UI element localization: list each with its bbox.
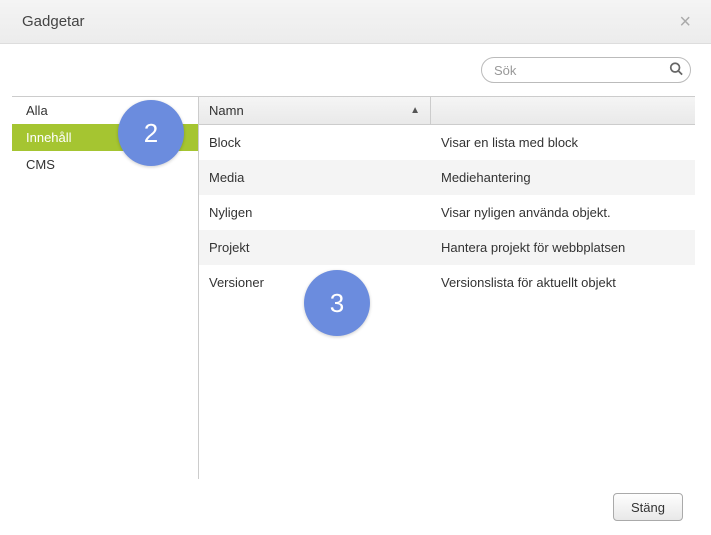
list-item[interactable]: Block Visar en lista med block <box>199 125 695 160</box>
gadgets-dialog: Gadgetar × Alla Innehåll CMS <box>0 0 711 535</box>
sidebar-item-content[interactable]: Innehåll <box>12 124 198 151</box>
cell-name: Media <box>199 170 431 185</box>
sort-ascending-icon: ▲ <box>410 105 420 116</box>
cell-description: Versionslista för aktuellt objekt <box>431 275 695 290</box>
cell-description: Mediehantering <box>431 170 695 185</box>
cell-description: Visar nyligen använda objekt. <box>431 205 695 220</box>
sidebar-item-label: Alla <box>26 103 48 118</box>
dialog-header: Gadgetar × <box>0 0 711 44</box>
search-field <box>481 57 691 83</box>
list-item[interactable]: Versioner Versionslista för aktuellt obj… <box>199 265 695 300</box>
dialog-footer: Stäng <box>0 479 711 535</box>
gadget-list: Namn ▲ Block Visar en lista med block Me… <box>198 96 695 479</box>
toolbar <box>0 44 711 96</box>
cell-name: Block <box>199 135 431 150</box>
cell-description: Hantera projekt för webbplatsen <box>431 240 695 255</box>
sidebar-item-label: Innehåll <box>26 130 72 145</box>
sidebar-item-cms[interactable]: CMS <box>12 151 198 178</box>
close-button[interactable]: Stäng <box>613 493 683 521</box>
list-item[interactable]: Nyligen Visar nyligen använda objekt. <box>199 195 695 230</box>
dialog-body: Alla Innehåll CMS Namn ▲ Block <box>0 96 711 479</box>
close-icon[interactable]: × <box>673 8 697 36</box>
category-sidebar: Alla Innehåll CMS <box>12 96 198 479</box>
cell-name: Nyligen <box>199 205 431 220</box>
cell-name: Versioner <box>199 275 431 290</box>
sidebar-item-all[interactable]: Alla <box>12 97 198 124</box>
sidebar-item-label: CMS <box>26 157 55 172</box>
list-item[interactable]: Projekt Hantera projekt för webbplatsen <box>199 230 695 265</box>
column-header-description[interactable] <box>431 97 695 124</box>
column-header-name-label: Namn <box>209 103 244 118</box>
dialog-title: Gadgetar <box>22 13 85 30</box>
cell-name: Projekt <box>199 240 431 255</box>
search-input[interactable] <box>481 57 691 83</box>
column-header-name[interactable]: Namn ▲ <box>199 97 431 124</box>
list-item[interactable]: Media Mediehantering <box>199 160 695 195</box>
cell-description: Visar en lista med block <box>431 135 695 150</box>
column-header-row: Namn ▲ <box>199 97 695 125</box>
rows-container: Block Visar en lista med block Media Med… <box>199 125 695 479</box>
